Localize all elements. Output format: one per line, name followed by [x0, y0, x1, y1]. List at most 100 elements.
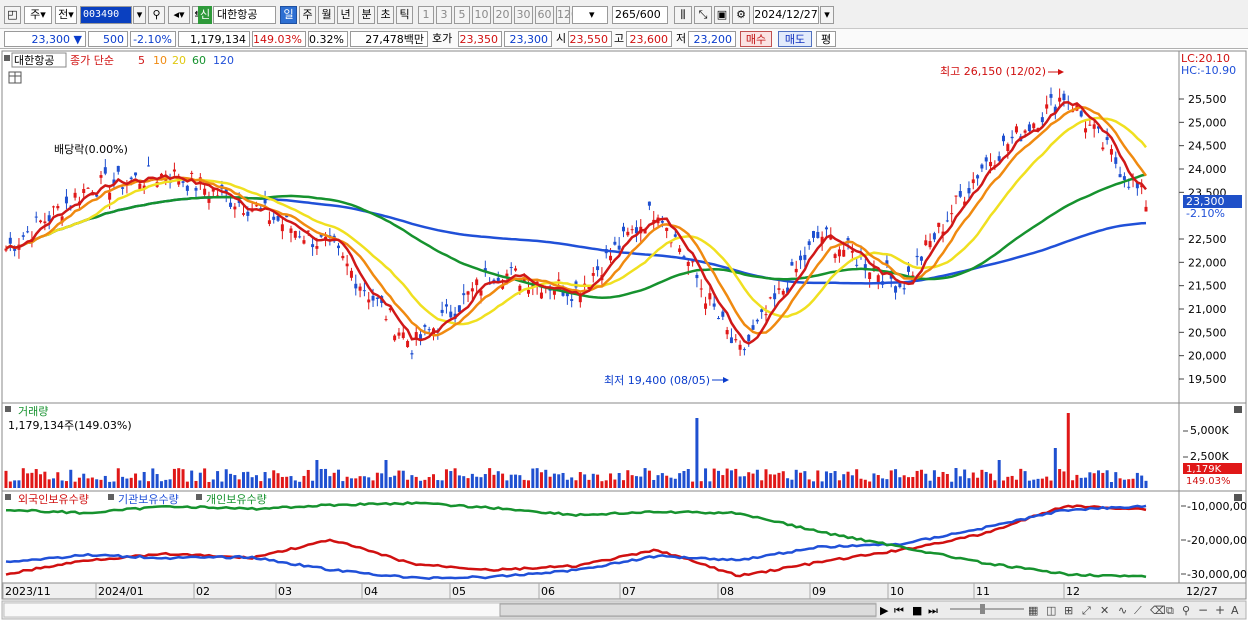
copy-icon[interactable]: ⧉ — [1166, 604, 1174, 617]
volume-bar — [1036, 478, 1040, 488]
candle-body — [1010, 136, 1014, 139]
volume-bar — [941, 471, 945, 488]
layout-icon[interactable]: ◫ — [1046, 604, 1056, 617]
volume-bar — [518, 475, 522, 488]
window-menu-icon[interactable]: ◰ — [4, 6, 21, 24]
search-icon[interactable]: ⚲ — [148, 6, 165, 24]
zoom-in-icon[interactable]: + — [1215, 603, 1225, 617]
volume-bar — [272, 470, 276, 488]
volume-bar — [181, 469, 185, 488]
legend-ma120: 120 — [213, 54, 234, 67]
cross-icon[interactable]: ✕ — [1100, 604, 1109, 617]
gear-icon[interactable]: ⚙ — [732, 6, 750, 24]
bar-chart-icon[interactable]: ⫼ — [674, 6, 692, 24]
wave-icon[interactable]: ∿ — [1118, 604, 1127, 617]
last-page-icon[interactable]: ⏭ — [928, 604, 938, 617]
candle-body — [462, 293, 466, 296]
trendline-icon[interactable]: ⤢ — [1082, 604, 1091, 617]
scroll-right-icon[interactable]: ▶ — [880, 604, 889, 617]
volume-bar — [764, 469, 768, 488]
chart-scrollbar-thumb[interactable] — [499, 603, 877, 617]
zoom-slider-thumb[interactable] — [980, 604, 985, 614]
candle-body — [708, 293, 712, 300]
stop-icon[interactable]: ■ — [912, 604, 922, 617]
volume-bar — [496, 471, 500, 488]
candle-body — [729, 337, 733, 344]
ruler-icon[interactable]: ⟋ — [1134, 604, 1142, 617]
font-size-icon[interactable]: A — [1231, 604, 1239, 617]
grid-icon[interactable]: ⊞ — [1064, 604, 1073, 617]
interval-5[interactable]: 5 — [454, 6, 470, 24]
tab-daily[interactable]: 일 — [280, 6, 297, 24]
sell-button[interactable]: 매도 — [778, 31, 812, 47]
volume-bar — [915, 470, 919, 488]
candle-body — [557, 279, 561, 281]
volume-bar — [794, 469, 798, 488]
volume-bar — [522, 479, 526, 488]
interval-20[interactable]: 20 — [493, 6, 512, 24]
interval-3[interactable]: 3 — [436, 6, 452, 24]
price-bar: 23,300 ▼ 500 -2.10% 1,179,134 149.03% 0.… — [0, 29, 1248, 49]
volume-bar — [401, 470, 405, 488]
price-tick-label: 21,000 — [1188, 303, 1227, 316]
volume-bar — [384, 460, 388, 488]
tab-tick[interactable]: 틱 — [396, 6, 413, 24]
zoom-out-icon[interactable]: − — [1198, 603, 1208, 617]
volume-bar — [842, 474, 846, 488]
interval-60[interactable]: 60 — [535, 6, 554, 24]
candle-body — [902, 288, 906, 290]
candle-body — [272, 216, 276, 220]
volume-bar — [686, 469, 690, 488]
save-icon[interactable]: ▣ — [714, 6, 730, 24]
tab-weekly[interactable]: 주 — [299, 6, 316, 24]
volume-bar — [561, 472, 565, 488]
interval-30[interactable]: 30 — [514, 6, 533, 24]
volume-bar — [1062, 471, 1066, 488]
zoom-search-icon[interactable]: ⚲ — [1182, 604, 1190, 617]
count-input[interactable]: 265/600 — [612, 6, 668, 24]
first-page-icon[interactable]: ⏮ — [894, 604, 904, 617]
volume-bar — [108, 481, 112, 488]
stock-name[interactable]: 대한항공 — [213, 6, 276, 24]
volume-bar — [872, 473, 876, 488]
candle-body — [967, 188, 971, 194]
interval-10[interactable]: 10 — [472, 6, 491, 24]
sound-icon[interactable]: ◂▾ — [168, 6, 190, 24]
volume-bar — [1075, 474, 1079, 488]
eval-button[interactable]: 평 — [816, 31, 836, 47]
chart-type-icon[interactable]: ▦ — [1028, 604, 1038, 617]
code-dropdown-icon[interactable]: ▾ — [133, 6, 146, 24]
eraser-icon[interactable]: ⌫ — [1150, 604, 1166, 617]
volume-panel-close-icon[interactable] — [1234, 406, 1242, 413]
volume-bar — [39, 474, 43, 488]
candle-body — [833, 254, 837, 259]
volume-bar — [725, 468, 729, 488]
volume-bar — [397, 470, 401, 488]
candle-body — [1114, 157, 1118, 164]
interval-120[interactable]: 120 — [556, 6, 578, 24]
tab-second[interactable]: 초 — [377, 6, 394, 24]
volume-bar — [984, 471, 988, 488]
stock-code-input[interactable]: 003490 — [80, 6, 132, 24]
stock-chart[interactable]: 25,50025,00024,50024,00023,50022,50022,0… — [0, 50, 1248, 621]
volume-bar — [989, 473, 993, 488]
candle-body — [539, 292, 543, 299]
volume-bar — [829, 473, 833, 488]
volume-bar — [527, 480, 530, 488]
holding-legend-bullet — [5, 494, 11, 500]
x-axis-label: 02 — [196, 585, 210, 598]
type-select[interactable]: 주▾ — [24, 6, 52, 24]
draw-tool-icon[interactable]: ⤡ — [694, 6, 712, 24]
buy-button[interactable]: 매수 — [740, 31, 772, 47]
calendar-dropdown-icon[interactable]: ▾ — [820, 6, 834, 24]
interval-custom-input[interactable]: ▾ — [572, 6, 608, 24]
volume-bar — [1006, 476, 1010, 488]
volume-bar — [47, 479, 51, 488]
tab-yearly[interactable]: 년 — [337, 6, 354, 24]
tab-monthly[interactable]: 월 — [318, 6, 335, 24]
interval-1[interactable]: 1 — [418, 6, 434, 24]
candle-body — [440, 309, 444, 313]
tab-minute[interactable]: 분 — [358, 6, 375, 24]
prev-select[interactable]: 전▾ — [55, 6, 77, 24]
date-input[interactable]: 2024/12/27 — [753, 6, 819, 24]
